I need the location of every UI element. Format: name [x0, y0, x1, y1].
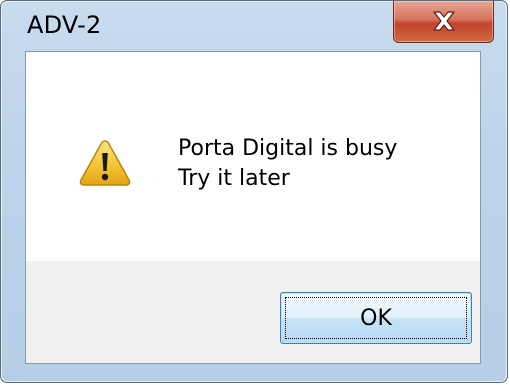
- ok-button[interactable]: OK: [280, 292, 472, 344]
- close-x-icon: [433, 11, 455, 31]
- dialog-message: Porta Digital is busy Try it later: [178, 134, 397, 194]
- window-title: ADV-2: [27, 11, 102, 39]
- warning-icon: [79, 140, 131, 186]
- dialog-client-area: Porta Digital is busy Try it later OK: [25, 51, 481, 364]
- message-area: Porta Digital is busy Try it later: [26, 52, 480, 261]
- dialog-window: ADV-2 Porta Digital is busy Try it later…: [0, 0, 508, 383]
- close-button[interactable]: [393, 1, 494, 43]
- message-line-2: Try it later: [178, 166, 290, 191]
- message-line-1: Porta Digital is busy: [178, 136, 398, 161]
- ok-button-label: OK: [285, 297, 467, 339]
